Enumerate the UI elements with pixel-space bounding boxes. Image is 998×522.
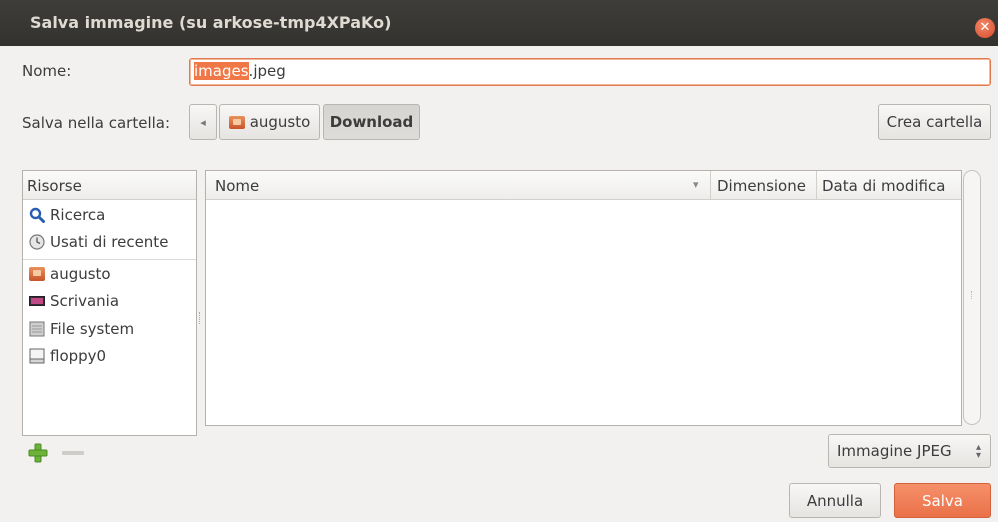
column-header-name[interactable]: Nome xyxy=(215,177,259,195)
path-button-augusto[interactable]: augusto xyxy=(219,104,320,140)
place-item-floppy[interactable]: floppy0 xyxy=(29,344,106,368)
column-header-modified[interactable]: Data di modifica xyxy=(822,177,945,195)
place-label: File system xyxy=(50,320,135,338)
path-button-download[interactable]: Download xyxy=(323,104,420,140)
create-folder-label: Crea cartella xyxy=(886,113,983,131)
left-arrow-icon: ◂ xyxy=(200,115,206,129)
place-label: augusto xyxy=(50,265,111,283)
filename-selected-text: images xyxy=(194,62,249,80)
column-separator xyxy=(816,171,817,200)
path-label: Download xyxy=(329,113,414,131)
place-item-filesystem[interactable]: File system xyxy=(29,317,134,341)
sort-arrow-icon: ▾ xyxy=(693,178,699,191)
save-label: Salva xyxy=(922,491,963,510)
place-item-scrivania[interactable]: Scrivania xyxy=(29,289,119,313)
file-list[interactable]: Nome ▾ Dimensione Data di modifica xyxy=(205,170,962,426)
file-list-header: Nome ▾ Dimensione Data di modifica xyxy=(206,171,961,200)
updown-arrows-icon: ▴ ▾ xyxy=(975,442,981,461)
filename-input[interactable]: images.jpeg xyxy=(189,58,991,86)
file-type-select[interactable]: Immagine JPEG ▴ ▾ xyxy=(828,434,991,468)
places-divider xyxy=(23,259,196,260)
recent-icon xyxy=(29,234,45,250)
scrollbar-grip xyxy=(971,291,974,299)
floppy-icon xyxy=(29,348,45,364)
folder-label: Salva nella cartella: xyxy=(22,114,171,132)
cancel-button[interactable]: Annulla xyxy=(789,483,881,518)
place-item-ricerca[interactable]: Ricerca xyxy=(29,203,105,227)
pane-splitter[interactable] xyxy=(199,312,203,324)
place-label: Scrivania xyxy=(50,292,120,310)
desktop-icon xyxy=(29,296,45,306)
column-header-size[interactable]: Dimensione xyxy=(717,177,806,195)
places-header: Risorse xyxy=(23,171,196,200)
place-label: Usati di recente xyxy=(50,233,169,251)
search-icon xyxy=(29,207,45,223)
path-back-button[interactable]: ◂ xyxy=(189,104,217,140)
file-list-scrollbar[interactable] xyxy=(963,170,981,425)
column-separator xyxy=(710,171,711,200)
place-item-augusto[interactable]: augusto xyxy=(29,262,111,286)
places-header-label: Risorse xyxy=(27,177,82,195)
cancel-label: Annulla xyxy=(806,491,864,510)
name-label: Nome: xyxy=(22,62,72,80)
title-bar: Salva immagine (su arkose-tmp4XPaKo) ✕ xyxy=(0,0,998,46)
drive-icon xyxy=(29,321,45,337)
home-folder-icon xyxy=(228,115,245,129)
save-button[interactable]: Salva xyxy=(894,483,991,518)
close-icon: ✕ xyxy=(979,20,991,35)
filename-extension-text: .jpeg xyxy=(248,62,286,80)
remove-place-button[interactable] xyxy=(62,451,84,455)
place-label: Ricerca xyxy=(50,206,106,224)
file-type-value: Immagine JPEG xyxy=(837,442,952,460)
path-label: augusto xyxy=(249,113,311,131)
place-label: floppy0 xyxy=(50,347,107,365)
plus-icon xyxy=(28,443,48,463)
home-folder-icon xyxy=(29,267,45,281)
window-title: Salva immagine (su arkose-tmp4XPaKo) xyxy=(30,13,392,32)
add-place-button[interactable] xyxy=(28,443,48,463)
close-button[interactable]: ✕ xyxy=(975,18,995,38)
place-item-recent[interactable]: Usati di recente xyxy=(29,230,168,254)
create-folder-button[interactable]: Crea cartella xyxy=(878,104,991,140)
places-panel: Risorse Ricerca Usati di recente augusto… xyxy=(22,170,197,436)
